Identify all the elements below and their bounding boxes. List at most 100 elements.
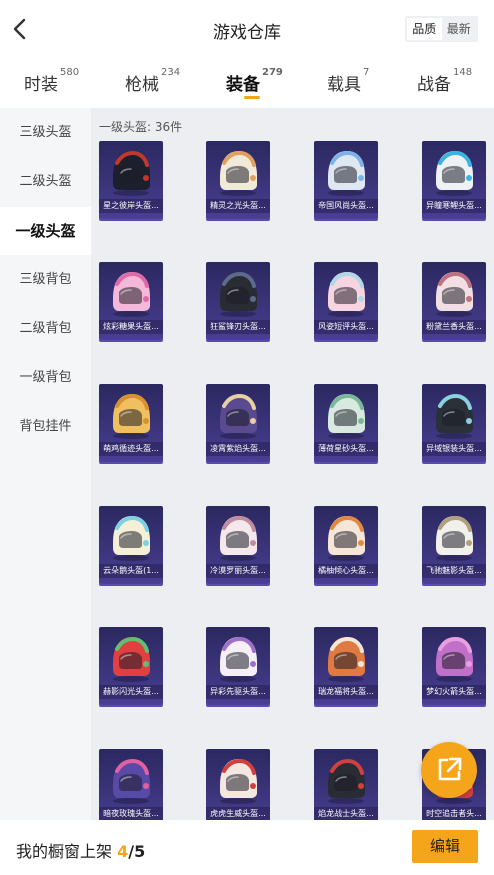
item-card[interactable]: 风姿短评头盔... xyxy=(314,262,378,340)
helmet-icon xyxy=(328,271,365,317)
sidebar-item-helmet-lv3[interactable]: 三级头盔 xyxy=(0,109,91,157)
item-card[interactable]: 焰龙战士头盔... xyxy=(314,749,378,820)
item-card[interactable]: 萌鸡循迹头盔... xyxy=(99,384,163,462)
helmet-icon xyxy=(328,636,365,682)
section-title: 一级头盔: 36件 xyxy=(99,120,183,134)
item-card[interactable]: 暗夜玫瑰头盔... xyxy=(99,749,163,820)
sidebar-item-backpack-charm[interactable]: 背包挂件 xyxy=(0,403,91,451)
item-name: 狂鲨锋刃头盔... xyxy=(206,320,270,334)
item-card[interactable]: 冷漠罗丽头盔... xyxy=(206,506,270,584)
item-card[interactable]: 异域银装头盔... xyxy=(422,384,486,462)
helmet-icon xyxy=(113,636,150,682)
tab-count: 7 xyxy=(363,67,370,78)
item-name: 异彩先驱头盔... xyxy=(206,685,270,699)
shelf-current: 4 xyxy=(117,842,129,861)
item-name: 赫影闪光头盔... xyxy=(99,685,163,699)
helmet-icon xyxy=(328,515,365,561)
item-card[interactable]: 瑞龙福将头盔... xyxy=(314,627,378,705)
share-external-icon xyxy=(438,757,462,781)
item-name: 虎虎生威头盔... xyxy=(206,807,270,820)
helmet-icon xyxy=(328,393,365,439)
tab-label: 枪械 xyxy=(125,75,159,95)
helmet-icon xyxy=(436,515,473,561)
subcategory-sidebar: 三级头盔 二级头盔 一级头盔 三级背包 二级背包 一级背包 背包挂件 xyxy=(0,108,91,820)
item-name: 凌霄紫焰头盔... xyxy=(206,442,270,456)
sidebar-item-backpack-lv1[interactable]: 一级背包 xyxy=(0,354,91,402)
item-card[interactable]: 星之彼岸头盔... xyxy=(99,141,163,219)
shelf-label: 我的橱窗上架 xyxy=(16,842,113,861)
item-card[interactable]: 梦幻火箭头盔... xyxy=(422,627,486,705)
sidebar-item-helmet-lv2[interactable]: 二级头盔 xyxy=(0,158,91,206)
helmet-icon xyxy=(436,271,473,317)
bottom-bar: 我的橱窗上架 4/5 编辑 xyxy=(0,820,494,875)
item-card[interactable]: 异瞳寒鲤头盔... xyxy=(422,141,486,219)
item-name: 炫彩糖果头盔... xyxy=(99,320,163,334)
tab-weapons[interactable]: 枪械234 xyxy=(125,67,180,95)
shelf-status: 我的橱窗上架 4/5 xyxy=(16,838,145,862)
tab-tactical[interactable]: 战备148 xyxy=(417,67,473,95)
item-card[interactable]: 精灵之光头盔... xyxy=(206,141,270,219)
item-name: 粉黛兰香头盔... xyxy=(422,320,486,334)
item-card[interactable]: 橘柚倾心头盔... xyxy=(314,506,378,584)
helmet-icon xyxy=(113,393,150,439)
helmet-icon xyxy=(220,515,257,561)
helmet-icon xyxy=(220,393,257,439)
item-name: 梦幻火箭头盔... xyxy=(422,685,486,699)
helmet-icon xyxy=(113,515,150,561)
tab-fashion[interactable]: 时装580 xyxy=(24,67,80,95)
helmet-icon xyxy=(436,636,473,682)
item-name: 飞驰魅影头盔... xyxy=(422,564,486,578)
item-name: 萌鸡循迹头盔... xyxy=(99,442,163,456)
tab-count: 148 xyxy=(453,67,473,78)
helmet-icon xyxy=(220,636,257,682)
item-name: 暗夜玫瑰头盔... xyxy=(99,807,163,820)
item-name: 星之彼岸头盔... xyxy=(99,199,163,213)
tab-label: 战备 xyxy=(417,75,451,95)
item-card[interactable]: 薄荷星砂头盔... xyxy=(314,384,378,462)
item-name: 风姿短评头盔... xyxy=(314,320,378,334)
sort-toggle[interactable]: 品质 最新 xyxy=(405,16,478,42)
item-card[interactable]: 凌霄紫焰头盔... xyxy=(206,384,270,462)
sidebar-item-backpack-lv2[interactable]: 二级背包 xyxy=(0,305,91,353)
helmet-icon xyxy=(436,393,473,439)
helmet-icon xyxy=(436,150,473,196)
item-card[interactable]: 云朵鹅头盔(1... xyxy=(99,506,163,584)
item-name: 橘柚倾心头盔... xyxy=(314,564,378,578)
helmet-icon xyxy=(328,758,365,804)
active-tab-indicator xyxy=(244,96,260,99)
sidebar-item-backpack-lv3[interactable]: 三级背包 xyxy=(0,256,91,304)
item-name: 时空追击者头... xyxy=(422,807,486,820)
item-card[interactable]: 飞驰魅影头盔... xyxy=(422,506,486,584)
tab-equipment[interactable]: 装备279 xyxy=(226,67,283,95)
item-name: 瑞龙福将头盔... xyxy=(314,685,378,699)
helmet-icon xyxy=(328,150,365,196)
tab-label: 时装 xyxy=(24,75,58,95)
edit-button[interactable]: 编辑 xyxy=(412,830,478,863)
item-card[interactable]: 虎虎生威头盔... xyxy=(206,749,270,820)
item-card[interactable]: 粉黛兰香头盔... xyxy=(422,262,486,340)
item-card[interactable]: 炫彩糖果头盔... xyxy=(99,262,163,340)
item-name: 焰龙战士头盔... xyxy=(314,807,378,820)
item-name: 帝国风尚头盔... xyxy=(314,199,378,213)
helmet-icon xyxy=(220,758,257,804)
item-card[interactable]: 异彩先驱头盔... xyxy=(206,627,270,705)
sidebar-item-helmet-lv1[interactable]: 一级头盔 xyxy=(0,207,91,255)
helmet-icon xyxy=(220,150,257,196)
item-card[interactable]: 狂鲨锋刃头盔... xyxy=(206,262,270,340)
share-button[interactable] xyxy=(421,742,477,798)
item-grid-area: 一级头盔: 36件 星之彼岸头盔... 精灵之光头盔... 帝国风尚头盔... 异瞳寒… xyxy=(91,108,494,820)
item-name: 精灵之光头盔... xyxy=(206,199,270,213)
tab-label: 载具 xyxy=(327,75,361,95)
sort-option-latest[interactable]: 最新 xyxy=(442,18,477,40)
sort-option-quality[interactable]: 品质 xyxy=(407,18,442,40)
item-name: 异瞳寒鲤头盔... xyxy=(422,199,486,213)
tab-vehicles[interactable]: 载具7 xyxy=(327,67,370,95)
helmet-icon xyxy=(220,271,257,317)
category-tabs: 时装580 枪械234 装备279 载具7 战备148 xyxy=(0,58,494,108)
helmet-icon xyxy=(113,758,150,804)
tab-count: 279 xyxy=(262,67,283,78)
item-name: 薄荷星砂头盔... xyxy=(314,442,378,456)
tab-count: 580 xyxy=(60,67,80,78)
item-card[interactable]: 帝国风尚头盔... xyxy=(314,141,378,219)
item-card[interactable]: 赫影闪光头盔... xyxy=(99,627,163,705)
